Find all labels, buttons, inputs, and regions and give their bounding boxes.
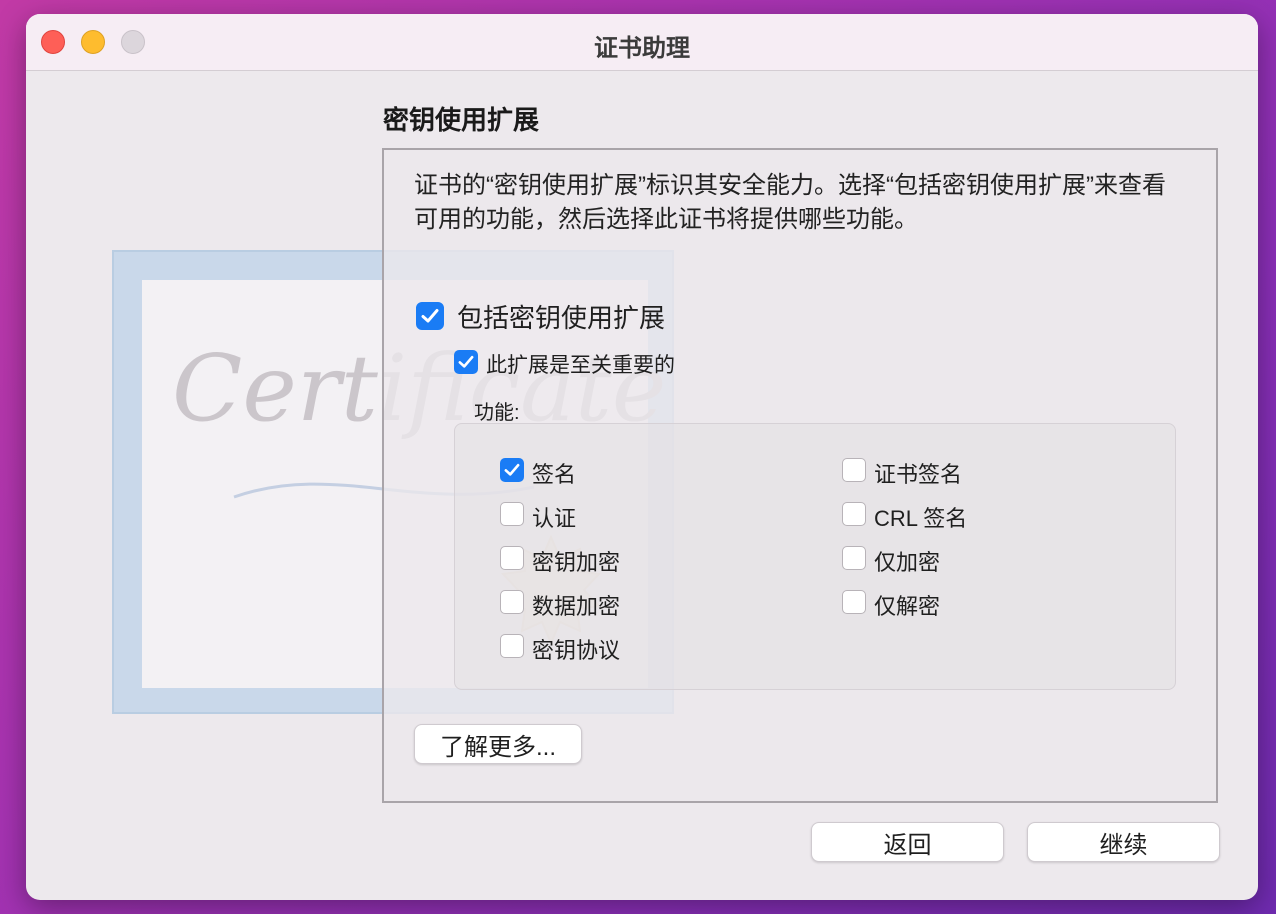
include-extension-label: 包括密钥使用扩展 (457, 303, 666, 333)
checkmark-icon (504, 463, 520, 476)
capability-label-crl-signing: CRL 签名 (874, 506, 968, 531)
back-button[interactable]: 返回 (811, 822, 1004, 862)
capability-label-data-encipherment: 数据加密 (532, 594, 621, 619)
capability-checkbox-encipher-only[interactable] (842, 546, 866, 570)
capability-checkbox-certificate-signing[interactable] (842, 458, 866, 482)
capability-label-signature: 签名 (532, 462, 577, 487)
capability-checkbox-crl-signing[interactable] (842, 502, 866, 526)
capability-checkbox-key-agreement[interactable] (500, 634, 524, 658)
capability-checkbox-authentication[interactable] (500, 502, 524, 526)
critical-extension-checkbox[interactable] (454, 350, 478, 374)
continue-button[interactable]: 继续 (1027, 822, 1220, 862)
checkmark-icon (458, 355, 474, 368)
capability-label-key-agreement: 密钥协议 (532, 638, 621, 663)
capability-checkbox-decipher-only[interactable] (842, 590, 866, 614)
capabilities-label: 功能: (474, 402, 520, 424)
section-heading: 密钥使用扩展 (383, 105, 540, 135)
learn-more-button[interactable]: 了解更多... (414, 724, 582, 764)
capability-checkbox-signature[interactable] (500, 458, 524, 482)
include-extension-checkbox[interactable] (416, 302, 444, 330)
capability-label-decipher-only: 仅解密 (874, 594, 941, 619)
capability-checkbox-data-encipherment[interactable] (500, 590, 524, 614)
window-title: 证书助理 (594, 35, 690, 62)
certificate-assistant-window: 证书助理 Certificate 密钥使用扩展 证书的“密钥使用扩展”标识其安全… (26, 14, 1258, 900)
critical-extension-label: 此扩展是至关重要的 (486, 354, 675, 377)
capability-checkbox-key-encipherment[interactable] (500, 546, 524, 570)
capability-label-encipher-only: 仅加密 (874, 550, 941, 575)
checkmark-icon (421, 309, 439, 323)
capability-label-key-encipherment: 密钥加密 (532, 550, 621, 575)
capability-label-authentication: 认证 (532, 506, 577, 531)
title-bar: 证书助理 (26, 14, 1258, 71)
capability-label-certificate-signing: 证书签名 (874, 462, 963, 487)
description-text: 证书的“密钥使用扩展”标识其安全能力。选择“包括密钥使用扩展”来查看可用的功能，… (414, 172, 1166, 233)
